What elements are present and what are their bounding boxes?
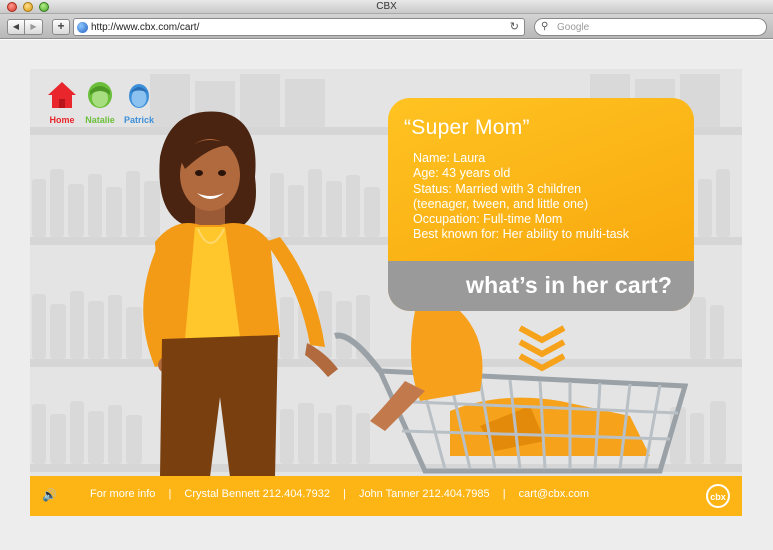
address-text: http://www.cbx.com/cart/ — [91, 22, 200, 33]
add-bookmark-button[interactable]: + — [52, 19, 70, 35]
search-icon: ⚲ — [541, 21, 549, 32]
globe-icon — [77, 22, 88, 33]
house-icon — [48, 82, 76, 108]
boy-head-icon — [129, 84, 149, 108]
mom-illustration — [143, 111, 338, 477]
window-title: CBX — [376, 1, 397, 12]
footer-bar: 🔊 For more info | Crystal Bennett 212.40… — [30, 476, 742, 516]
contact-john: John Tanner 212.404.7985 — [358, 488, 490, 500]
contact-crystal: Crystal Bennett 212.404.7932 — [184, 488, 330, 500]
forward-button[interactable]: ▶ — [25, 19, 43, 35]
chevron-down-icon[interactable] — [516, 322, 568, 374]
search-field[interactable]: ⚲ Google — [534, 18, 767, 36]
nav-home-label: Home — [49, 115, 75, 125]
logo-text: cbx — [710, 492, 726, 502]
email-link[interactable]: cart@cbx.com — [519, 488, 589, 500]
address-bar[interactable]: http://www.cbx.com/cart/ ↻ — [73, 18, 525, 36]
separator: | — [502, 488, 506, 500]
profile-name: Name: Laura — [413, 151, 486, 165]
browser-toolbar: ◀ ▶ + http://www.cbx.com/cart/ ↻ ⚲ Googl… — [0, 14, 773, 39]
separator: | — [168, 488, 172, 500]
whats-in-her-cart-button[interactable]: what’s in her cart? — [466, 272, 672, 299]
nav-home[interactable]: Home — [44, 81, 80, 125]
profile-status: Status: Married with 3 children — [413, 181, 582, 196]
girl-head-icon — [88, 82, 112, 108]
separator: | — [343, 488, 346, 500]
profile-known-for: Best known for: Her ability to multi-tas… — [413, 227, 630, 242]
for-more-info-label: For more info — [90, 488, 156, 500]
window-titlebar: CBX — [0, 0, 773, 14]
reload-button[interactable]: ↻ — [510, 20, 519, 33]
profile-occupation: Occupation: Full-time Mom — [413, 212, 563, 227]
profile-card: “Super Mom” Name: Laura Age: 43 years ol… — [388, 98, 694, 311]
profile-title: “Super Mom” — [404, 116, 530, 139]
back-button[interactable]: ◀ — [7, 19, 25, 35]
illustration-stage: Home Natalie Patrick “Super Mom” Name: L… — [30, 69, 742, 516]
cbx-logo[interactable]: cbx — [705, 483, 731, 509]
speaker-icon[interactable]: 🔊 — [42, 488, 57, 502]
contact-info: For more info | Crystal Bennett 212.404.… — [90, 488, 589, 500]
page-content: Home Natalie Patrick “Super Mom” Name: L… — [0, 40, 773, 550]
profile-age: Age: 43 years old — [413, 166, 511, 181]
search-placeholder: Google — [557, 22, 590, 33]
profile-details: Name: Laura Age: 43 years old Status: Ma… — [413, 151, 629, 243]
profile-status-detail: (teenager, tween, and little one) — [413, 196, 589, 211]
